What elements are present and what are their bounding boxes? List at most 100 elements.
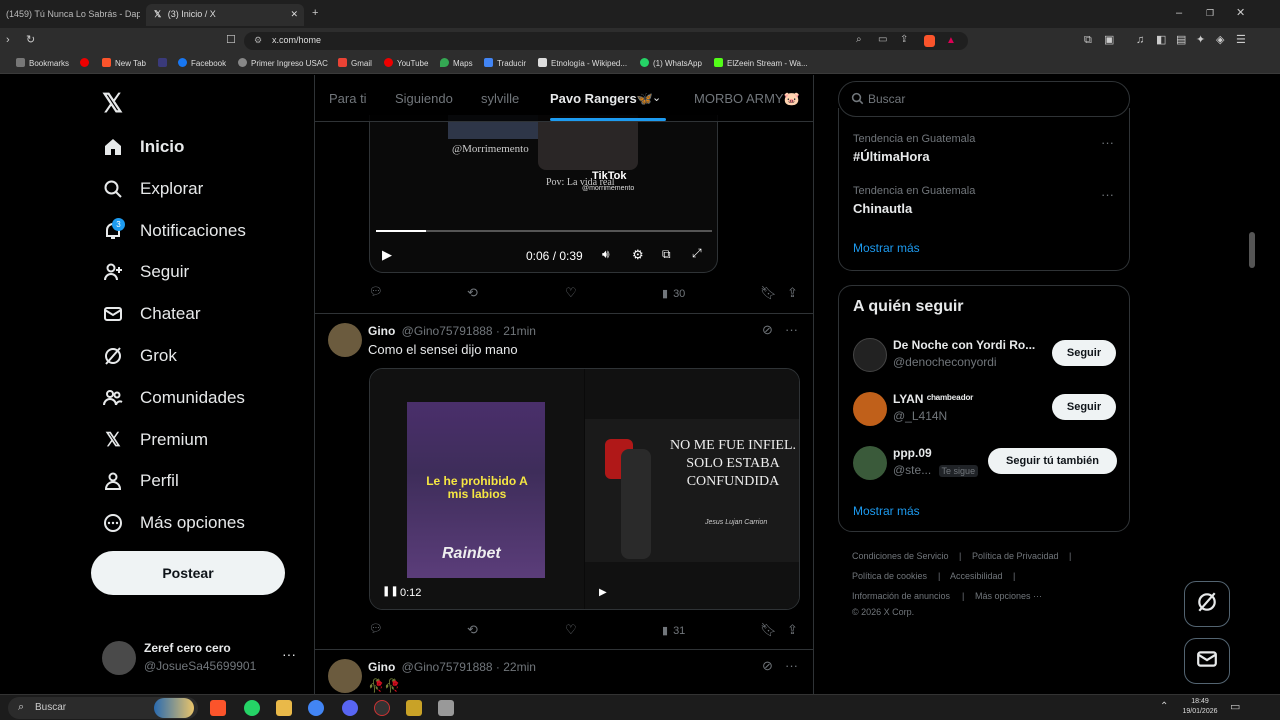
more-icon[interactable]: ··· bbox=[1101, 135, 1114, 150]
tab-sylville[interactable]: sylville bbox=[481, 91, 519, 106]
url-field[interactable]: ⚙ x.com/home ⌕ ▭ ⇪ ▲ bbox=[244, 32, 968, 50]
nav-chat[interactable]: Chatear bbox=[102, 298, 200, 330]
site-info-icon[interactable]: ⚙ bbox=[254, 35, 262, 46]
messages-float-button[interactable] bbox=[1184, 638, 1230, 684]
like-icon[interactable]: ♡ bbox=[565, 285, 577, 301]
music-icon[interactable]: ♫ bbox=[1136, 33, 1144, 47]
extensions-icon[interactable]: ⧉ bbox=[1084, 33, 1092, 47]
post-button[interactable]: Postear bbox=[91, 551, 285, 595]
pip-icon[interactable]: ⧉ bbox=[662, 247, 671, 262]
chrome-taskbar-icon[interactable] bbox=[308, 700, 324, 716]
footer-privacy[interactable]: Política de Privacidad bbox=[972, 551, 1059, 561]
bookmark-ext[interactable] bbox=[158, 57, 171, 70]
bookmark-gmail[interactable]: Gmail bbox=[338, 57, 372, 70]
bookmark-usac[interactable]: Primer Ingreso USAC bbox=[238, 57, 328, 70]
bookmark-facebook[interactable]: Facebook bbox=[178, 57, 226, 70]
nav-notifications[interactable]: 3 Notificaciones bbox=[102, 215, 246, 247]
nav-follow[interactable]: Seguir bbox=[102, 256, 189, 288]
tab-pavo-rangers[interactable]: Pavo Rangers🦋 bbox=[550, 91, 653, 107]
clock[interactable]: 18:49 19/01/2026 bbox=[1176, 697, 1224, 717]
bookmark-wikipedia[interactable]: Etnología - Wikiped... bbox=[538, 57, 627, 70]
more-icon[interactable]: ··· bbox=[282, 646, 296, 662]
footer-accessibility[interactable]: Accesibilidad bbox=[950, 571, 1003, 581]
avatar[interactable] bbox=[328, 323, 362, 357]
bookmark-icon[interactable]: 🔖︎ bbox=[760, 285, 777, 301]
bookmark-bookmarks[interactable]: Bookmarks bbox=[16, 57, 69, 70]
views-stat[interactable]: ▮ 31 bbox=[662, 624, 685, 638]
nav-profile[interactable]: Perfil bbox=[102, 465, 179, 497]
share-icon[interactable]: ⇪ bbox=[787, 622, 798, 638]
leo-icon[interactable]: ✦ bbox=[1196, 33, 1205, 47]
grok-icon[interactable]: ⊘ bbox=[762, 322, 773, 338]
brave-shields-icon[interactable] bbox=[924, 35, 935, 47]
obs-taskbar-icon[interactable] bbox=[374, 700, 390, 716]
cast-icon[interactable]: ▭ bbox=[878, 34, 887, 45]
tab-following[interactable]: Siguiendo bbox=[395, 91, 453, 106]
x-logo-icon[interactable]: 𝕏 bbox=[102, 88, 123, 119]
views-stat[interactable]: ▮ 30 bbox=[662, 287, 685, 301]
new-tab-icon[interactable]: + bbox=[312, 6, 318, 20]
minimize-icon[interactable]: – bbox=[1176, 6, 1182, 20]
media-right-video[interactable]: NO ME FUE INFIEL. SOLO ESTABA CONFUNDIDA… bbox=[585, 369, 799, 609]
chevron-up-icon[interactable]: ⌃ bbox=[1160, 701, 1168, 712]
video-player[interactable]: @Morrimemento TikTok Pov: La vida real @… bbox=[369, 115, 718, 273]
post-author[interactable]: Gino bbox=[368, 324, 395, 338]
bookmark-youtube-mini[interactable] bbox=[80, 57, 93, 70]
follow-back-button[interactable]: Seguir tú también bbox=[988, 448, 1117, 474]
sidebar-icon[interactable]: ▣ bbox=[1104, 33, 1114, 47]
media-left-video[interactable]: Le he prohibido A mis labios Rainbet ❚❚ … bbox=[370, 369, 584, 609]
nav-home[interactable]: Inicio bbox=[102, 131, 184, 163]
scrollbar-thumb[interactable] bbox=[1249, 232, 1255, 268]
nav-communities[interactable]: Comunidades bbox=[102, 382, 245, 414]
settings-icon[interactable]: ⚙ bbox=[632, 247, 644, 263]
reload-icon[interactable]: ↻ bbox=[26, 33, 35, 47]
play-icon[interactable]: ▶ bbox=[599, 587, 607, 598]
bookmark-whatsapp[interactable]: (1) WhatsApp bbox=[640, 57, 702, 70]
reply-icon[interactable]: 💬︎ bbox=[369, 622, 383, 635]
wallet-icon[interactable]: ▤ bbox=[1176, 33, 1186, 47]
close-tab-icon[interactable]: ✕ bbox=[290, 4, 298, 24]
menu-icon[interactable]: ☰ bbox=[1236, 33, 1246, 47]
more-icon[interactable]: ··· bbox=[1101, 187, 1114, 202]
show-more-link[interactable]: Mostrar más bbox=[853, 504, 920, 518]
chevron-down-icon[interactable]: ⌄ bbox=[652, 91, 661, 104]
zoom-icon[interactable]: ⌕ bbox=[856, 34, 862, 45]
bookmark-translate[interactable]: Traducir bbox=[484, 57, 526, 70]
app-taskbar-icon[interactable] bbox=[406, 700, 422, 716]
whatsapp-taskbar-icon[interactable] bbox=[244, 700, 260, 716]
post-author[interactable]: Gino bbox=[368, 660, 395, 674]
forward-icon[interactable]: › bbox=[6, 33, 10, 47]
vpn-icon[interactable]: ◈ bbox=[1216, 33, 1224, 47]
video-progress-track[interactable] bbox=[376, 230, 712, 232]
panel-icon[interactable]: ◧ bbox=[1156, 33, 1166, 47]
bookmark-page-icon[interactable]: ☐ bbox=[226, 33, 236, 47]
share-icon[interactable]: ⇪ bbox=[900, 34, 908, 45]
post[interactable]: Gino @Gino75791888 · 21min ⊘ ··· Como el… bbox=[315, 314, 813, 649]
bookmark-maps[interactable]: Maps bbox=[440, 57, 473, 70]
trend-item[interactable]: Tendencia en Guatemala Chinautla bbox=[853, 185, 975, 216]
nav-more[interactable]: Más opciones bbox=[102, 507, 245, 539]
footer-terms[interactable]: Condiciones de Servicio bbox=[852, 551, 949, 561]
notification-center-icon[interactable]: ▭ bbox=[1230, 700, 1240, 713]
grok-float-button[interactable] bbox=[1184, 581, 1230, 627]
brave-taskbar-icon[interactable] bbox=[210, 700, 226, 716]
repost-icon[interactable]: ⟲ bbox=[467, 622, 478, 638]
play-icon[interactable]: ▶ bbox=[382, 247, 392, 263]
brave-rewards-icon[interactable]: ▲ bbox=[946, 35, 956, 46]
bookmark-new-tab[interactable]: New Tab bbox=[102, 57, 146, 70]
trend-item[interactable]: Tendencia en Guatemala #ÚltimaHora bbox=[853, 133, 975, 164]
follow-button[interactable]: Seguir bbox=[1052, 394, 1116, 420]
footer-ads[interactable]: Información de anuncios bbox=[852, 591, 950, 601]
tab-for-you[interactable]: Para ti bbox=[329, 91, 367, 106]
show-more-link[interactable]: Mostrar más bbox=[853, 241, 920, 255]
browser-tab-x[interactable]: 𝕏 (3) Inicio / X ✕ bbox=[146, 4, 304, 26]
page-scrollbar[interactable] bbox=[1248, 78, 1256, 690]
nav-explore[interactable]: Explorar bbox=[102, 173, 203, 205]
shield-taskbar-icon[interactable] bbox=[438, 700, 454, 716]
bookmark-youtube[interactable]: YouTube bbox=[384, 57, 428, 70]
like-icon[interactable]: ♡ bbox=[565, 622, 577, 638]
taskbar-search[interactable]: ⌕ Buscar bbox=[8, 697, 198, 719]
discord-taskbar-icon[interactable] bbox=[342, 700, 358, 716]
avatar[interactable] bbox=[328, 659, 362, 693]
window-close-icon[interactable]: ✕ bbox=[1236, 6, 1245, 20]
